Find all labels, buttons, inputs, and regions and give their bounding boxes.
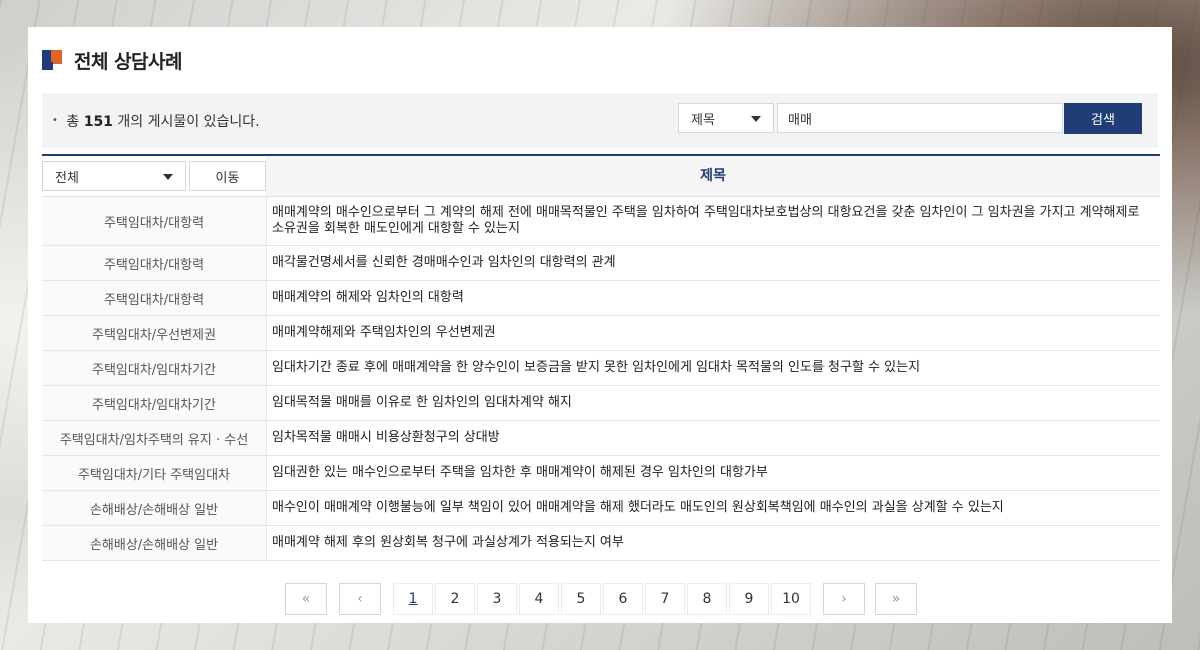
row-subject-link[interactable]: 임대권한 있는 매수인으로부터 주택을 임차한 후 매매계약이 해제된 경우 임… xyxy=(266,456,1160,490)
table-row[interactable]: 주택임대차/임대차기간 임대차기간 종료 후에 매매계약을 한 양수인이 보증금… xyxy=(42,351,1160,386)
row-category: 주택임대차/임대차기간 xyxy=(42,351,266,385)
row-subject-link[interactable]: 매매계약해제와 주택임차인의 우선변제권 xyxy=(266,316,1160,350)
case-board: 전체 이동 제목 주택임대차/대항력 매매계약의 매수인으로부터 그 계약의 해… xyxy=(42,154,1160,561)
row-subject-link[interactable]: 매각물건명세서를 신뢰한 경매매수인과 임차인의 대항력의 관계 xyxy=(266,246,1160,280)
row-subject-link[interactable]: 매수인이 매매계약 이행불능에 일부 책임이 있어 매매계약을 해제 했더라도 … xyxy=(266,491,1160,525)
table-row[interactable]: 주택임대차/대항력 매각물건명세서를 신뢰한 경매매수인과 임차인의 대항력의 … xyxy=(42,246,1160,281)
table-row[interactable]: 주택임대차/대항력 매매계약의 매수인으로부터 그 계약의 해제 전에 매매목적… xyxy=(42,197,1160,246)
table-row[interactable]: 손해배상/손해배상 일반 매수인이 매매계약 이행불능에 일부 책임이 있어 매… xyxy=(42,491,1160,526)
row-category: 주택임대차/우선변제권 xyxy=(42,316,266,350)
page-title: 전체 상담사례 xyxy=(74,50,183,73)
column-title: 제목 xyxy=(266,156,1160,196)
table-row[interactable]: 주택임대차/기타 주택임대차 임대권한 있는 매수인으로부터 주택을 임차한 후… xyxy=(42,456,1160,491)
content-panel: 전체 상담사례 • 총 151 개의 게시물이 있습니다. 제목 검색 전체 이… xyxy=(28,27,1172,623)
page-header: 전체 상담사례 xyxy=(42,47,183,73)
page-7-link[interactable]: 7 xyxy=(645,583,685,615)
search-bar: • 총 151 개의 게시물이 있습니다. 제목 검색 xyxy=(42,93,1158,148)
row-subject-link[interactable]: 임대차기간 종료 후에 매매계약을 한 양수인이 보증금을 받지 못한 임차인에… xyxy=(266,351,1160,385)
title-mark-icon xyxy=(42,50,62,70)
page-10-link[interactable]: 10 xyxy=(771,583,811,615)
caret-down-icon xyxy=(163,174,173,180)
prev-page-button[interactable]: ‹ xyxy=(339,583,381,615)
table-row[interactable]: 주택임대차/대항력 매매계약의 해제와 임차인의 대항력 xyxy=(42,281,1160,316)
page-5-link[interactable]: 5 xyxy=(561,583,601,615)
table-row[interactable]: 주택임대차/임차주택의 유지 · 수선 임차목적물 매매시 비용상환청구의 상대… xyxy=(42,421,1160,456)
first-page-button[interactable]: « xyxy=(285,583,327,615)
row-category: 손해배상/손해배상 일반 xyxy=(42,491,266,525)
caret-down-icon xyxy=(751,116,761,122)
page-3-link[interactable]: 3 xyxy=(477,583,517,615)
row-subject-link[interactable]: 임대목적물 매매를 이유로 한 임차인의 임대차계약 해지 xyxy=(266,386,1160,420)
row-category: 주택임대차/대항력 xyxy=(42,246,266,280)
pagination: « ‹ 1 2 3 4 5 6 7 8 9 10 › » xyxy=(28,583,1172,617)
table-row[interactable]: 주택임대차/우선변제권 매매계약해제와 주택임차인의 우선변제권 xyxy=(42,316,1160,351)
row-subject-link[interactable]: 매매계약 해제 후의 원상회복 청구에 과실상계가 적용되는지 여부 xyxy=(266,526,1160,560)
table-row[interactable]: 손해배상/손해배상 일반 매매계약 해제 후의 원상회복 청구에 과실상계가 적… xyxy=(42,526,1160,561)
row-category: 주택임대차/기타 주택임대차 xyxy=(42,456,266,490)
page-4-link[interactable]: 4 xyxy=(519,583,559,615)
page-1-link[interactable]: 1 xyxy=(393,583,433,615)
row-category: 주택임대차/대항력 xyxy=(42,197,266,245)
page-8-link[interactable]: 8 xyxy=(687,583,727,615)
row-category: 주택임대차/대항력 xyxy=(42,281,266,315)
next-page-button[interactable]: › xyxy=(823,583,865,615)
count-number: 151 xyxy=(83,114,113,130)
row-category: 주택임대차/임대차기간 xyxy=(42,386,266,420)
page-2-link[interactable]: 2 xyxy=(435,583,475,615)
row-category: 주택임대차/임차주택의 유지 · 수선 xyxy=(42,421,266,455)
result-count: • 총 151 개의 게시물이 있습니다. xyxy=(52,114,260,130)
row-subject-link[interactable]: 임차목적물 매매시 비용상환청구의 상대방 xyxy=(266,421,1160,455)
move-button[interactable]: 이동 xyxy=(189,161,266,191)
page-6-link[interactable]: 6 xyxy=(603,583,643,615)
search-input[interactable] xyxy=(777,103,1063,133)
table-row[interactable]: 주택임대차/임대차기간 임대목적물 매매를 이유로 한 임차인의 임대차계약 해… xyxy=(42,386,1160,421)
category-select[interactable]: 전체 xyxy=(42,161,186,191)
board-header: 전체 이동 제목 xyxy=(42,156,1160,197)
row-category: 손해배상/손해배상 일반 xyxy=(42,526,266,560)
row-subject-link[interactable]: 매매계약의 매수인으로부터 그 계약의 해제 전에 매매목적물인 주택을 임차하… xyxy=(266,197,1160,245)
last-page-button[interactable]: » xyxy=(875,583,917,615)
page-9-link[interactable]: 9 xyxy=(729,583,769,615)
search-field-select[interactable]: 제목 xyxy=(678,103,774,133)
search-button[interactable]: 검색 xyxy=(1064,103,1142,134)
bullet-icon: • xyxy=(52,115,58,126)
row-subject-link[interactable]: 매매계약의 해제와 임차인의 대항력 xyxy=(266,281,1160,315)
